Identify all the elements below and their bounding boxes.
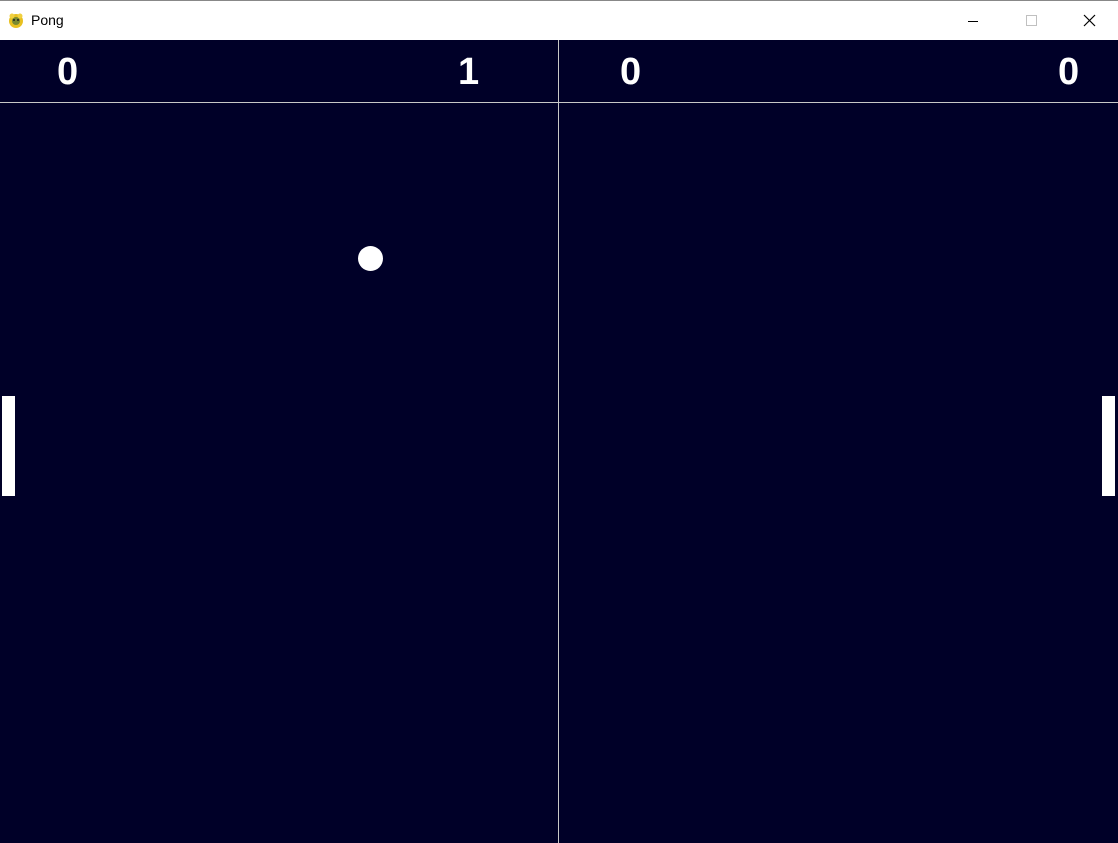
close-icon bbox=[1083, 14, 1096, 27]
left-paddle bbox=[2, 396, 15, 496]
close-button[interactable] bbox=[1060, 1, 1118, 40]
pong-window: Pong 0 1 0 0 bbox=[0, 0, 1118, 843]
game-canvas[interactable]: 0 1 0 0 bbox=[0, 40, 1118, 843]
score-right-player-2: 0 bbox=[1058, 51, 1080, 93]
maximize-button[interactable] bbox=[1002, 1, 1060, 40]
minimize-icon bbox=[968, 21, 978, 22]
pygame-snake-icon bbox=[9, 13, 23, 28]
score-left-player-1: 0 bbox=[57, 51, 79, 93]
score-left-player-2: 1 bbox=[458, 51, 480, 93]
title-bar: Pong bbox=[0, 0, 1118, 40]
window-title: Pong bbox=[31, 12, 64, 28]
center-divider bbox=[558, 40, 559, 843]
minimize-button[interactable] bbox=[944, 1, 1002, 40]
scoreboard-divider bbox=[0, 102, 1118, 103]
right-paddle bbox=[1102, 396, 1115, 496]
maximize-icon bbox=[1026, 15, 1037, 26]
score-right-player-1: 0 bbox=[620, 51, 642, 93]
ball bbox=[358, 246, 383, 271]
